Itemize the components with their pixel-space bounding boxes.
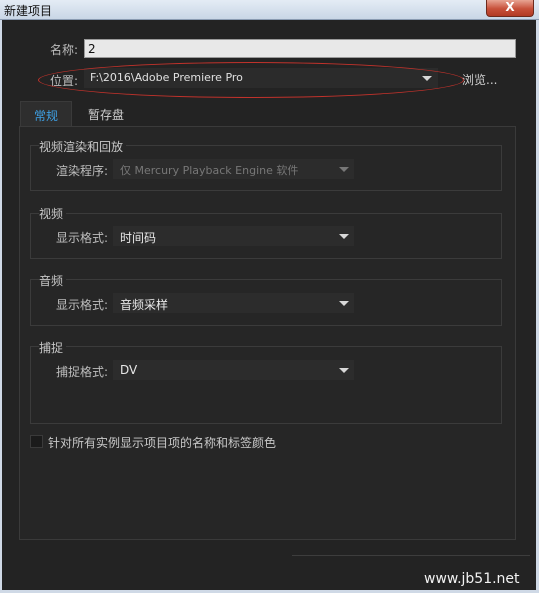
title-bar: 新建项目 X <box>0 0 539 20</box>
renderer-value: 仅 Mercury Playback Engine 软件 <box>120 164 299 177</box>
audio-title: 音频 <box>39 272 67 289</box>
audio-display-format-label: 显示格式: <box>56 298 109 312</box>
watermark: www.jb51.net <box>424 571 520 587</box>
close-button[interactable]: X <box>486 0 534 17</box>
video-display-format-value: 时间码 <box>120 231 157 245</box>
browse-button[interactable]: 浏览... <box>462 71 497 88</box>
video-display-format-dropdown[interactable]: 时间码 <box>113 226 354 246</box>
capture-group <box>30 346 502 424</box>
audio-display-format-value: 音频采样 <box>120 298 169 312</box>
chevron-down-icon <box>339 368 349 373</box>
show-labels-checkbox-label: 针对所有实例显示项目项的名称和标签颜色 <box>48 436 277 450</box>
capture-title: 捕捉 <box>39 339 67 356</box>
window-title: 新建项目 <box>4 4 53 18</box>
chevron-down-icon <box>339 234 349 239</box>
capture-format-label: 捕捉格式: <box>56 365 109 379</box>
name-label: 名称: <box>50 43 79 57</box>
name-input[interactable] <box>84 39 516 58</box>
show-labels-checkbox[interactable] <box>30 435 43 448</box>
chevron-down-icon <box>339 301 349 306</box>
renderer-dropdown[interactable]: 仅 Mercury Playback Engine 软件 <box>113 159 354 179</box>
video-display-format-label: 显示格式: <box>56 231 109 245</box>
divider <box>292 555 530 556</box>
chevron-down-icon <box>339 167 349 172</box>
tab-scratch-disks[interactable]: 暂存盘 <box>74 101 138 126</box>
capture-format-value: DV <box>120 363 138 377</box>
annotation-ellipse <box>38 62 464 98</box>
video-title: 视频 <box>39 205 67 222</box>
video-rendering-title: 视频渲染和回放 <box>39 138 127 155</box>
tab-general[interactable]: 常规 <box>20 101 72 126</box>
audio-display-format-dropdown[interactable]: 音频采样 <box>113 293 354 313</box>
renderer-label: 渲染程序: <box>56 164 109 178</box>
window-frame-left <box>0 20 2 593</box>
capture-format-dropdown[interactable]: DV <box>113 360 354 380</box>
